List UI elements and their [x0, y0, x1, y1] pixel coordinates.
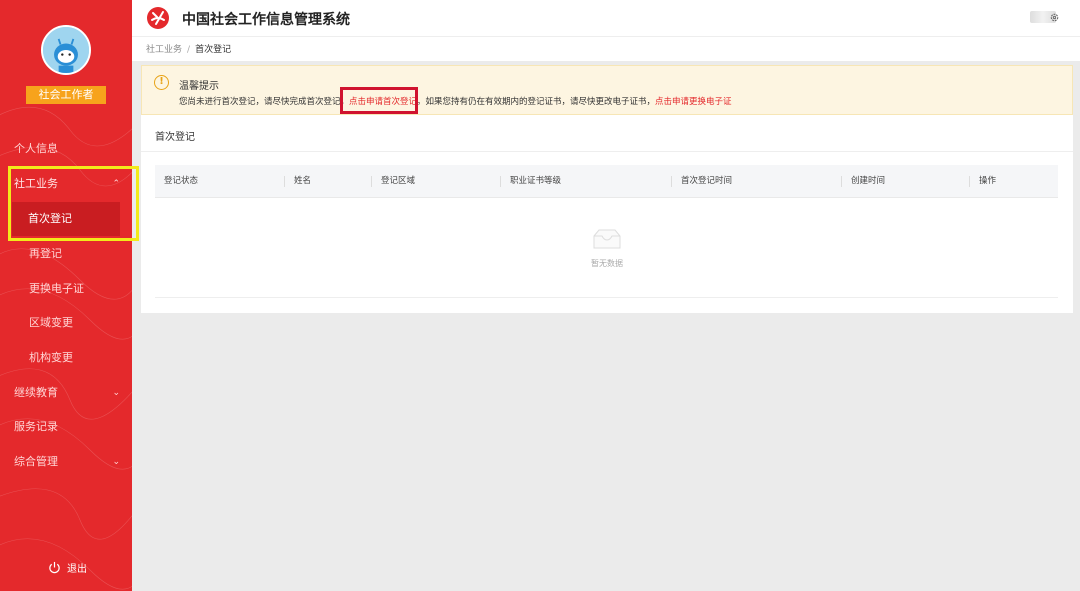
apply-replace-certificate-link[interactable]: 点击申请更换电子证	[655, 97, 732, 107]
chevron-up-icon: ⌃	[112, 179, 120, 189]
warning-icon: !	[154, 75, 169, 90]
column-header-status: 登记状态	[164, 176, 199, 186]
divider	[141, 151, 1073, 152]
sidebar-item-personal-info[interactable]: 个人信息	[0, 132, 132, 166]
sidebar-item-first-registration[interactable]: 首次登记	[12, 202, 120, 236]
sidebar-item-re-registration[interactable]: 再登记	[0, 237, 132, 271]
column-header-name: 姓名	[294, 176, 312, 186]
alert-text-2: 。如果您持有仍在有效期内的登记证书，请尽快更改电子证书，	[417, 97, 656, 107]
sidebar-item-label: 区域变更	[29, 316, 73, 329]
top-header: 中国社会工作信息管理系统	[132, 0, 1080, 37]
sidebar-item-label: 服务记录	[14, 420, 58, 433]
chevron-down-icon: ⌄	[112, 388, 120, 398]
table-header: 登记状态 姓名 登记区域 职业证书等级 首次登记时间 创建时间 操作	[155, 165, 1058, 198]
logo-icon	[147, 7, 169, 29]
logout-label: 退出	[67, 564, 87, 575]
gear-icon[interactable]	[1049, 12, 1060, 23]
avatar	[41, 25, 91, 75]
column-header-first-reg-time: 首次登记时间	[681, 176, 733, 186]
alert-text-1: 您尚未进行首次登记，请尽快完成首次登记，	[179, 97, 350, 107]
column-header-region: 登记区域	[381, 176, 416, 186]
empty-box-icon	[593, 229, 621, 249]
sidebar-item-org-change[interactable]: 机构变更	[0, 341, 132, 375]
sidebar-item-label: 再登记	[29, 247, 62, 260]
sidebar-item-continuing-education[interactable]: 继续教育 ⌄	[0, 376, 132, 410]
apply-first-registration-link[interactable]: 点击申请首次登记	[349, 97, 417, 107]
sidebar-item-label: 继续教育	[14, 386, 58, 399]
column-header-created-time: 创建时间	[851, 176, 886, 186]
empty-state-text: 暂无数据	[591, 259, 623, 268]
logout-button[interactable]: 退出	[48, 560, 87, 575]
sidebar-item-label: 更换电子证	[29, 282, 84, 295]
breadcrumb-parent[interactable]: 社工业务	[146, 45, 182, 55]
app-title: 中国社会工作信息管理系统	[182, 12, 350, 28]
sidebar-item-general-management[interactable]: 综合管理 ⌄	[0, 445, 132, 479]
user-role-badge: 社会工作者	[26, 86, 106, 104]
sidebar-item-replace-certificate[interactable]: 更换电子证	[0, 272, 132, 306]
sidebar-item-label: 机构变更	[29, 351, 73, 364]
sidebar-item-label: 首次登记	[28, 212, 72, 225]
sidebar-item-label: 个人信息	[14, 142, 58, 155]
power-icon	[49, 561, 60, 574]
alert-message: 您尚未进行首次登记，请尽快完成首次登记，点击申请首次登记。如果您持有仍在有效期内…	[179, 95, 732, 107]
breadcrumb: 社工业务 / 首次登记	[146, 42, 231, 55]
column-divider	[284, 176, 285, 187]
sidebar-item-label: 社工业务	[14, 177, 58, 190]
column-divider	[500, 176, 501, 187]
avatar-robot-icon	[43, 27, 89, 73]
warning-alert: ! 温馨提示 您尚未进行首次登记，请尽快完成首次登记，点击申请首次登记。如果您持…	[141, 65, 1073, 115]
breadcrumb-separator: /	[187, 45, 191, 55]
sidebar-item-service-records[interactable]: 服务记录	[0, 410, 132, 444]
column-header-actions: 操作	[979, 176, 997, 186]
column-divider	[969, 176, 970, 187]
column-divider	[671, 176, 672, 187]
breadcrumb-bar: 社工业务 / 首次登记	[132, 37, 1080, 61]
sidebar-item-social-work[interactable]: 社工业务 ⌃	[0, 167, 132, 201]
chevron-down-icon: ⌄	[112, 457, 120, 467]
sidebar-item-region-change[interactable]: 区域变更	[0, 306, 132, 340]
breadcrumb-current: 首次登记	[195, 45, 232, 55]
alert-title: 温馨提示	[179, 81, 219, 92]
column-divider	[841, 176, 842, 187]
sidebar: 社会工作者 个人信息 社工业务 ⌃ 首次登记 再登记 更换电子证 区域变更 机构…	[0, 0, 132, 591]
main-content: ! 温馨提示 您尚未进行首次登记，请尽快完成首次登记，点击申请首次登记。如果您持…	[141, 65, 1073, 313]
column-header-cert-level: 职业证书等级	[510, 176, 562, 186]
column-divider	[371, 176, 372, 187]
section-title: 首次登记	[155, 132, 195, 143]
table-bottom-border	[155, 297, 1058, 298]
sidebar-item-label: 综合管理	[14, 455, 58, 468]
